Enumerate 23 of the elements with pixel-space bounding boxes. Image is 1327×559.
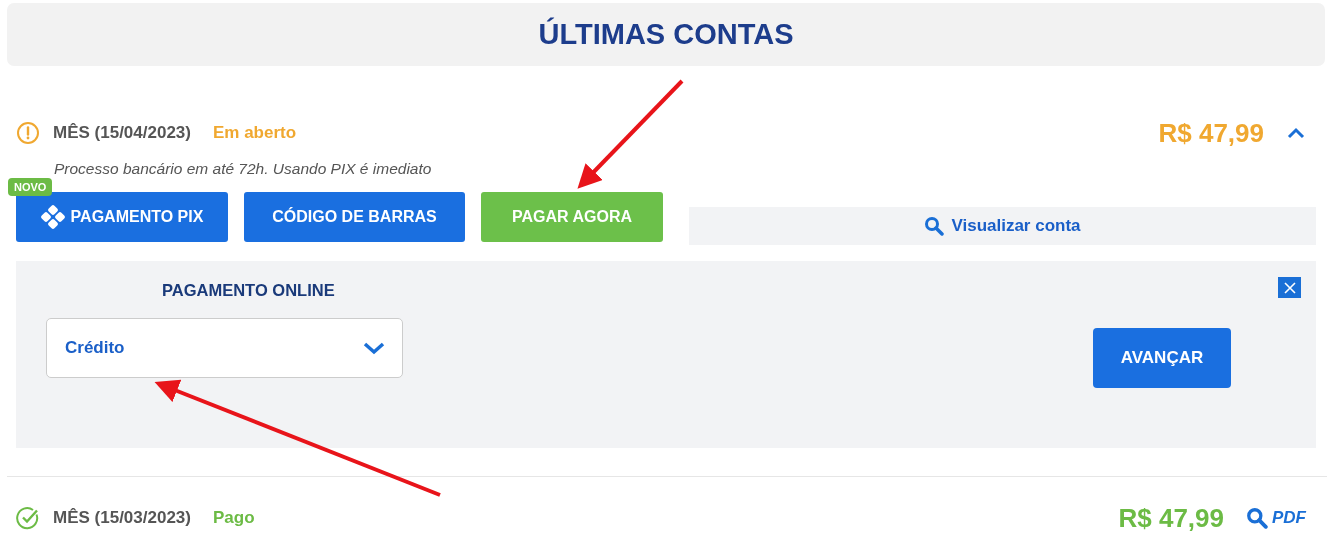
pix-button[interactable]: PAGAMENTO PIX — [16, 192, 228, 242]
close-button[interactable] — [1278, 277, 1301, 298]
bill-amount: R$ 47,99 — [1158, 117, 1264, 149]
search-icon — [1246, 507, 1268, 529]
payment-method-select[interactable]: Crédito — [46, 318, 403, 378]
bill-status: Em aberto — [212, 123, 297, 143]
bill-note: Processo bancário em até 72h. Usando PIX é imediato — [54, 160, 433, 178]
page-title: ÚLTIMAS CONTAS — [7, 3, 1325, 66]
bill-period: MÊS (15/03/2023) — [53, 508, 191, 528]
pdf-link[interactable]: PDF — [1246, 507, 1306, 529]
bill-status: Pago — [212, 508, 255, 528]
search-icon — [924, 216, 945, 236]
new-badge: NOVO — [8, 178, 53, 196]
barcode-button[interactable]: CÓDIGO DE BARRAS — [244, 192, 465, 242]
bill-period: MÊS (15/04/2023) — [53, 123, 191, 143]
close-icon — [1282, 280, 1297, 295]
pix-icon — [40, 205, 65, 229]
view-bill-link[interactable]: Visualizar conta — [689, 207, 1316, 245]
chevron-down-icon — [362, 340, 386, 356]
advance-button[interactable]: AVANÇAR — [1093, 328, 1231, 388]
chevron-up-icon[interactable] — [1286, 126, 1306, 140]
panel-title: PAGAMENTO ONLINE — [162, 281, 336, 300]
bill-amount: R$ 47,99 — [1118, 502, 1224, 534]
